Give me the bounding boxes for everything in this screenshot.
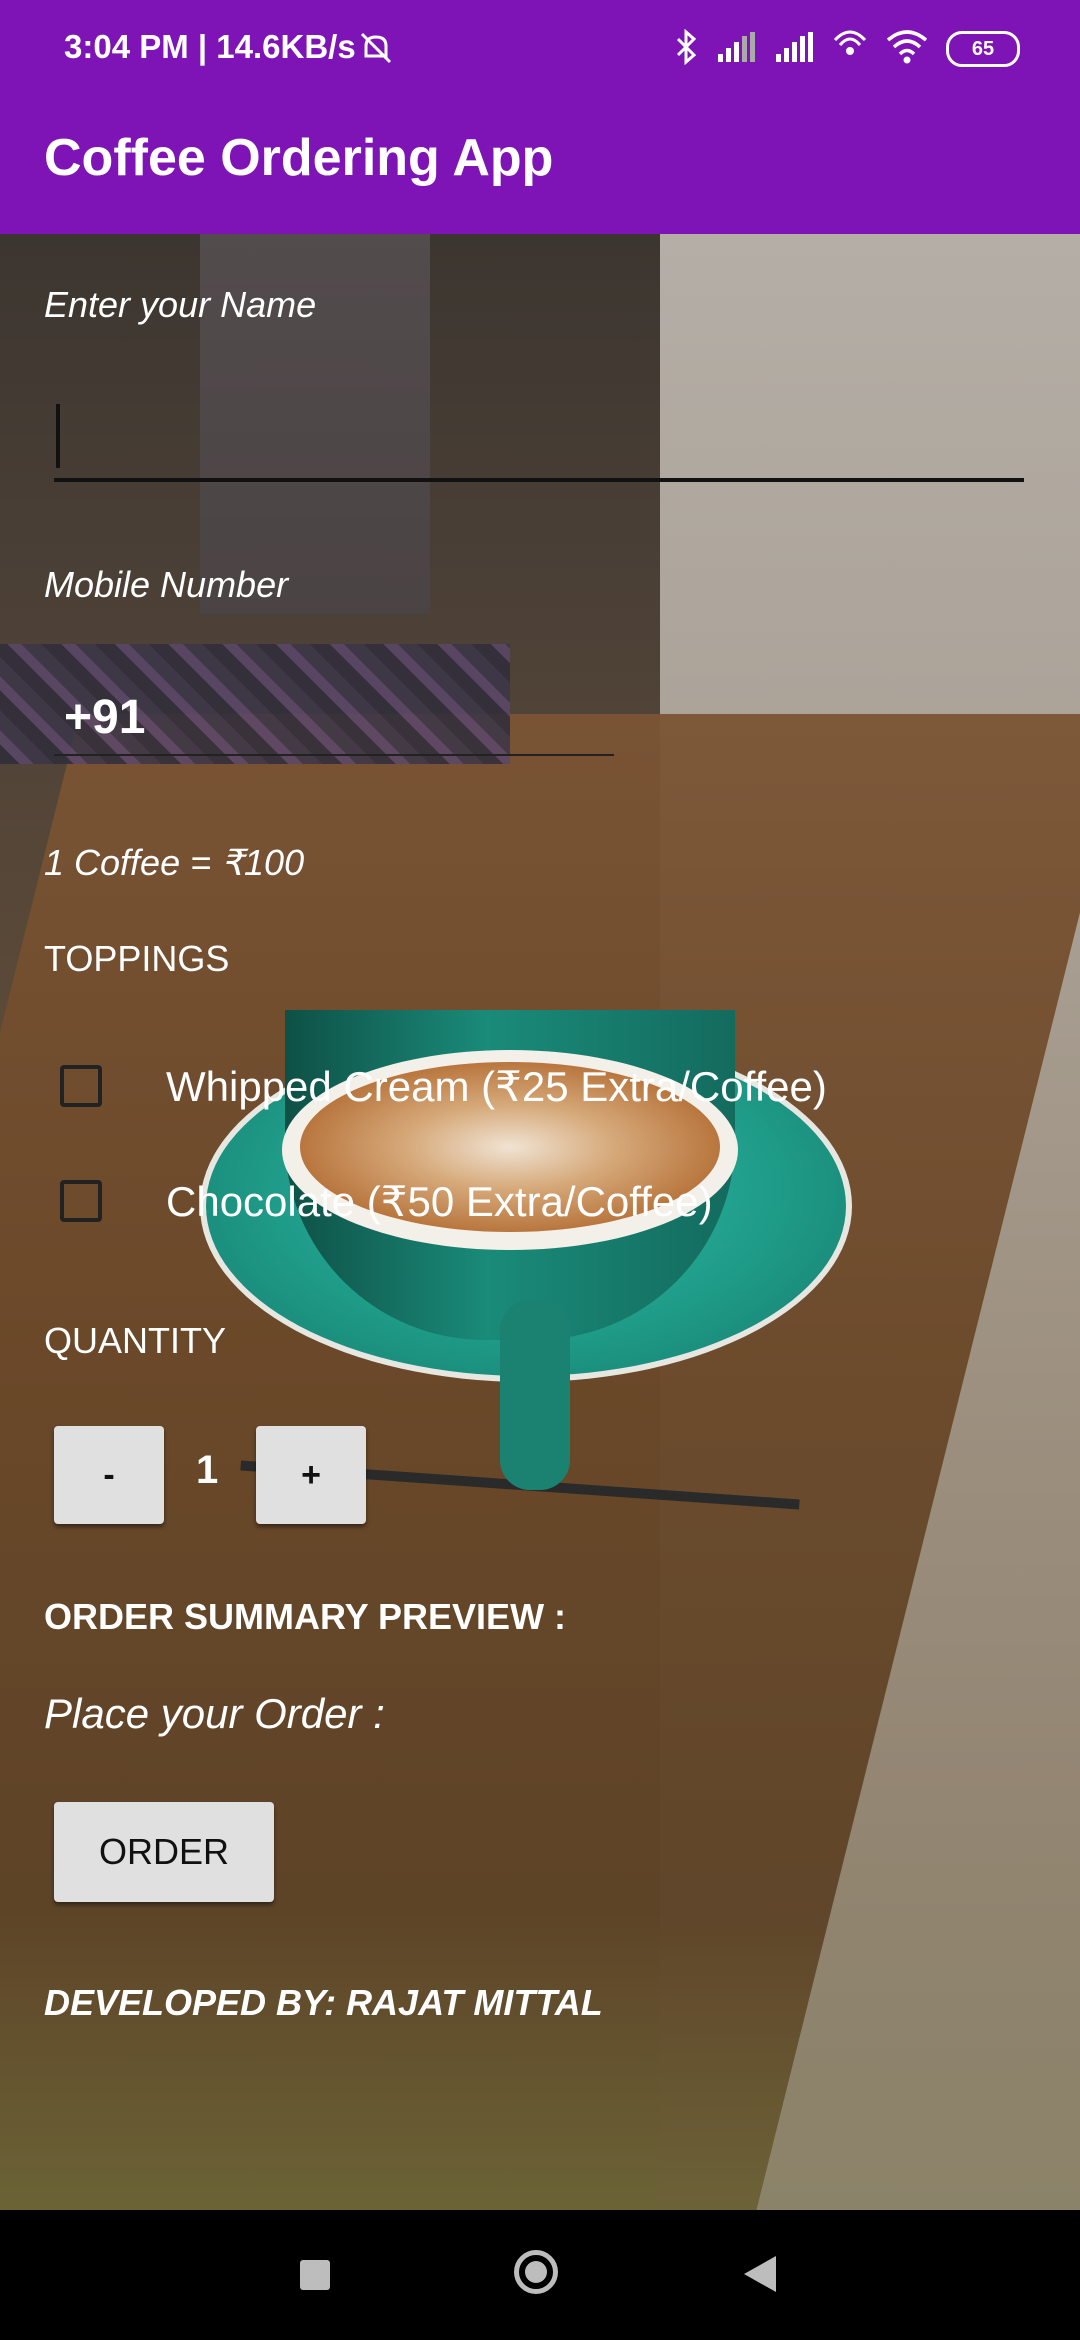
text-cursor: [56, 404, 60, 468]
system-nav-bar: [0, 2210, 1080, 2340]
mobile-label: Mobile Number: [44, 564, 289, 605]
developer-credit: DEVELOPED BY: RAJAT MITTAL: [44, 1982, 603, 2023]
signal-icon: [774, 31, 814, 67]
recents-icon[interactable]: [300, 2260, 330, 2290]
order-button[interactable]: ORDER: [54, 1802, 274, 1902]
whipped-cream-label: Whipped Cream (₹25 Extra/Coffee): [166, 1062, 827, 1110]
app-bar: Coffee Ordering App: [0, 100, 1080, 234]
hotspot-icon: [832, 29, 868, 70]
quantity-heading: QUANTITY: [44, 1320, 227, 1361]
name-input[interactable]: [54, 390, 1024, 482]
price-text: 1 Coffee = ₹100: [44, 842, 305, 883]
order-summary-heading: ORDER SUMMARY PREVIEW :: [44, 1596, 567, 1637]
status-icons: 65: [674, 26, 1020, 72]
toppings-heading: TOPPINGS: [44, 938, 230, 979]
wifi-icon: [886, 29, 928, 69]
signal-icon: [716, 31, 756, 67]
status-time: 3:04 PM | 14.6KB/s: [64, 28, 356, 65]
bluetooth-icon: [674, 28, 698, 70]
decrement-button[interactable]: -: [54, 1426, 164, 1524]
mobile-input[interactable]: +91: [54, 690, 614, 756]
quantity-value: 1: [196, 1448, 219, 1492]
mobile-prefix: +91: [64, 691, 146, 744]
topping-whipped-cream[interactable]: Whipped Cream (₹25 Extra/Coffee): [60, 1046, 827, 1126]
place-order-label: Place your Order :: [44, 1690, 385, 1737]
increment-button[interactable]: +: [256, 1426, 366, 1524]
whipped-cream-checkbox[interactable]: [60, 1065, 102, 1107]
name-label: Enter your Name: [44, 284, 317, 325]
battery-icon: 65: [946, 31, 1020, 67]
chocolate-checkbox[interactable]: [60, 1180, 102, 1222]
home-icon[interactable]: [514, 2250, 558, 2294]
chocolate-label: Chocolate (₹50 Extra/Coffee): [166, 1177, 713, 1225]
back-icon[interactable]: [744, 2256, 776, 2292]
app-title: Coffee Ordering App: [44, 129, 554, 187]
status-bar: 3:04 PM | 14.6KB/s 65: [0, 0, 1080, 100]
cup-handle: [500, 1300, 570, 1490]
mute-icon: [358, 30, 394, 71]
topping-chocolate[interactable]: Chocolate (₹50 Extra/Coffee): [60, 1161, 713, 1241]
